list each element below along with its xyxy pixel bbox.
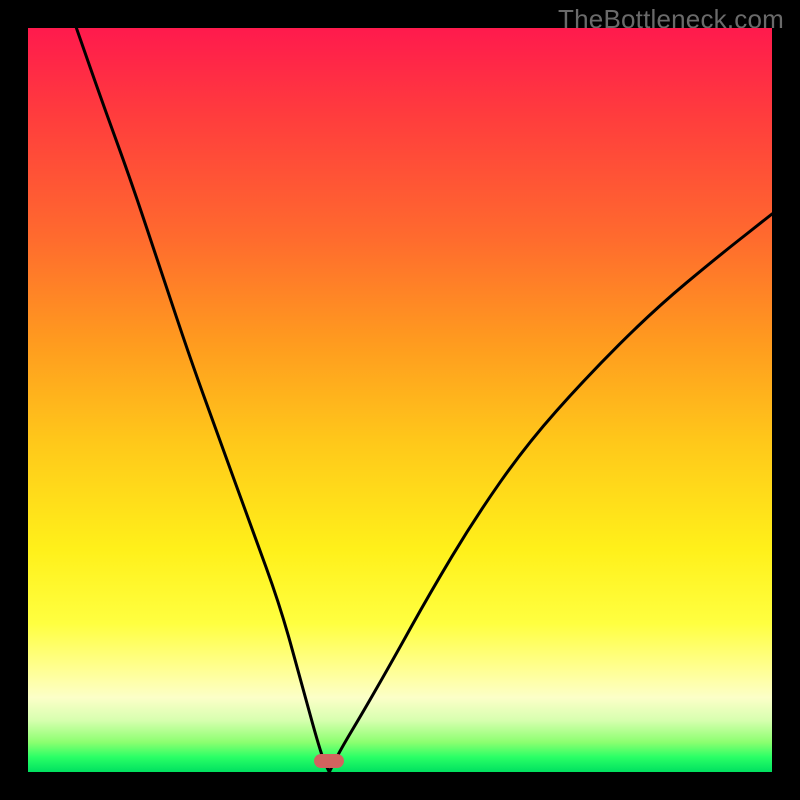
notch-marker [314, 754, 344, 768]
chart-frame: TheBottleneck.com [0, 0, 800, 800]
bottleneck-curve [28, 28, 772, 772]
plot-area [28, 28, 772, 772]
